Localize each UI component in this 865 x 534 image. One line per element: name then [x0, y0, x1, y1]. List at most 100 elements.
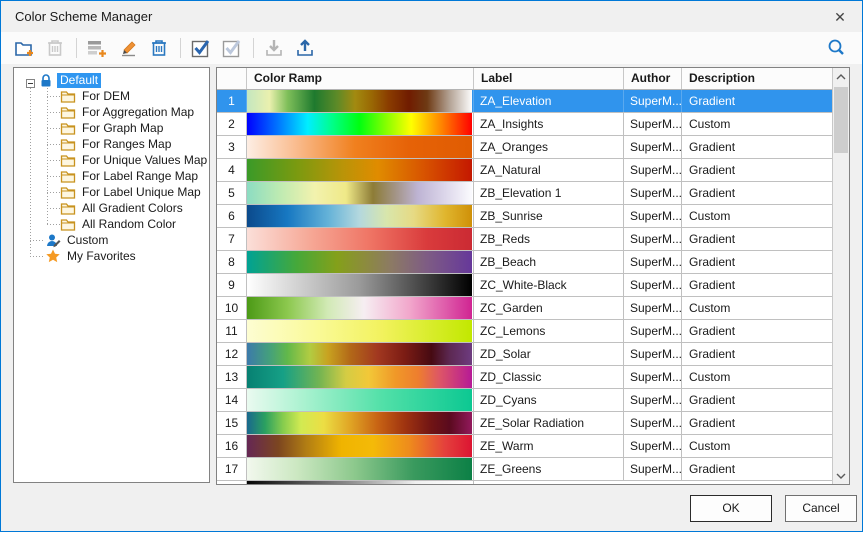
- header-author[interactable]: Author: [624, 68, 682, 89]
- author-cell[interactable]: SuperM...: [624, 320, 682, 342]
- header-label[interactable]: Label: [474, 68, 624, 89]
- table-row-zd_solar[interactable]: 12ZD_SolarSuperM...Gradient: [217, 343, 832, 366]
- table-row-zb_reds[interactable]: 7ZB_RedsSuperM...Gradient: [217, 228, 832, 251]
- tree-item-my-favorites[interactable]: My Favorites: [45, 248, 139, 264]
- label-cell[interactable]: ZD_Cyans: [474, 389, 624, 411]
- search-button[interactable]: [824, 36, 848, 60]
- tree-item-for-unique-values-map[interactable]: For Unique Values Map: [60, 152, 210, 168]
- label-cell[interactable]: ZB_Beach: [474, 251, 624, 273]
- description-cell[interactable]: Custom: [682, 435, 832, 457]
- scroll-up-icon[interactable]: [833, 68, 849, 85]
- author-cell[interactable]: SuperM...: [624, 182, 682, 204]
- tree-item-for-dem[interactable]: For DEM: [60, 88, 133, 104]
- color-ramp-cell[interactable]: [247, 366, 474, 388]
- color-ramp-cell[interactable]: [247, 90, 474, 112]
- author-cell[interactable]: SuperM...: [624, 113, 682, 135]
- author-cell[interactable]: SuperM...: [624, 366, 682, 388]
- table-row-zc_garden[interactable]: 10ZC_GardenSuperM...Custom: [217, 297, 832, 320]
- close-icon[interactable]: ✕: [830, 7, 850, 27]
- label-cell[interactable]: ZE_Greens: [474, 458, 624, 480]
- row-number-cell[interactable]: 12: [217, 343, 247, 365]
- color-ramp-cell[interactable]: [247, 320, 474, 342]
- description-cell[interactable]: Gradient: [682, 182, 832, 204]
- row-number-cell[interactable]: 11: [217, 320, 247, 342]
- description-cell[interactable]: Custom: [682, 113, 832, 135]
- table-row-ze_solar-radiation[interactable]: 15ZE_Solar RadiationSuperM...Gradient: [217, 412, 832, 435]
- row-number-cell[interactable]: 3: [217, 136, 247, 158]
- tree-item-for-label-range-map[interactable]: For Label Range Map: [60, 168, 201, 184]
- table-row-zd_cyans[interactable]: 14 ZD_CyansSuperM...Gradient: [217, 389, 832, 412]
- description-cell[interactable]: Gradient: [682, 412, 832, 434]
- color-ramp-cell[interactable]: [247, 251, 474, 273]
- row-number-cell[interactable]: 13: [217, 366, 247, 388]
- row-number-cell[interactable]: 14: [217, 389, 247, 411]
- color-ramp-cell[interactable]: [247, 136, 474, 158]
- table-row-zc_lemons[interactable]: 11 ZC_LemonsSuperM...Gradient: [217, 320, 832, 343]
- description-cell[interactable]: Gradient: [682, 389, 832, 411]
- author-cell[interactable]: SuperM...: [624, 412, 682, 434]
- description-cell[interactable]: Gradient: [682, 343, 832, 365]
- scroll-down-icon[interactable]: [833, 467, 849, 484]
- description-cell[interactable]: Custom: [682, 205, 832, 227]
- label-cell[interactable]: ZA_Natural: [474, 159, 624, 181]
- author-cell[interactable]: SuperM...: [624, 343, 682, 365]
- table-row-za_natural[interactable]: 4ZA_NaturalSuperM...Gradient: [217, 159, 832, 182]
- label-cell[interactable]: ZE_Solar Radiation: [474, 412, 624, 434]
- color-ramp-cell[interactable]: [247, 228, 474, 250]
- row-number-cell[interactable]: 5: [217, 182, 247, 204]
- table-row-zd_classic[interactable]: 13ZD_ClassicSuperM...Custom: [217, 366, 832, 389]
- export-button[interactable]: [293, 36, 317, 60]
- label-cell[interactable]: ZB_Reds: [474, 228, 624, 250]
- row-number-cell[interactable]: 7: [217, 228, 247, 250]
- color-ramp-cell[interactable]: [247, 159, 474, 181]
- delete-color-scheme-button[interactable]: [147, 36, 171, 60]
- label-cell[interactable]: ZB_Elevation 1: [474, 182, 624, 204]
- row-number-cell[interactable]: 6: [217, 205, 247, 227]
- row-number-cell[interactable]: [217, 481, 247, 484]
- author-cell[interactable]: SuperM...: [624, 297, 682, 319]
- row-number-cell[interactable]: 9: [217, 274, 247, 296]
- author-cell[interactable]: SuperM...: [624, 389, 682, 411]
- author-cell[interactable]: SuperM...: [624, 435, 682, 457]
- color-ramp-cell[interactable]: [247, 412, 474, 434]
- tree-item-all-random-color[interactable]: All Random Color: [60, 216, 179, 232]
- row-number-cell[interactable]: 16: [217, 435, 247, 457]
- author-cell[interactable]: SuperM...: [624, 90, 682, 112]
- color-ramp-cell[interactable]: [247, 389, 474, 411]
- label-cell[interactable]: ZC_Lemons: [474, 320, 624, 342]
- author-cell[interactable]: SuperM...: [624, 159, 682, 181]
- tree-item-custom[interactable]: Custom: [45, 232, 111, 248]
- color-ramp-cell[interactable]: [247, 481, 474, 484]
- vertical-scrollbar[interactable]: [832, 68, 849, 484]
- row-number-cell[interactable]: 17: [217, 458, 247, 480]
- table-row-zb_elevation-1[interactable]: 5 ZB_Elevation 1SuperM...Gradient: [217, 182, 832, 205]
- label-cell[interactable]: ZC_White-Black: [474, 274, 624, 296]
- row-number-cell[interactable]: 8: [217, 251, 247, 273]
- table-row-za_insights[interactable]: 2ZA_InsightsSuperM...Custom: [217, 113, 832, 136]
- label-cell[interactable]: ZD_Classic: [474, 366, 624, 388]
- tree-item-default[interactable]: Default: [38, 72, 101, 88]
- tree-item-for-ranges-map[interactable]: For Ranges Map: [60, 136, 174, 152]
- author-cell[interactable]: SuperM...: [624, 228, 682, 250]
- table-row-ze_greens[interactable]: 17ZE_GreensSuperM...Gradient: [217, 458, 832, 481]
- color-ramp-cell[interactable]: [247, 205, 474, 227]
- new-color-scheme-button[interactable]: [85, 36, 109, 60]
- author-cell[interactable]: SuperM...: [624, 205, 682, 227]
- author-cell[interactable]: SuperM...: [624, 136, 682, 158]
- label-cell[interactable]: ZB_Sunrise: [474, 205, 624, 227]
- color-ramp-cell[interactable]: [247, 274, 474, 296]
- description-cell[interactable]: Gradient: [682, 159, 832, 181]
- header-row-number[interactable]: [217, 68, 247, 89]
- label-cell[interactable]: ZA_Oranges: [474, 136, 624, 158]
- table-row-partial[interactable]: [217, 481, 832, 484]
- header-description[interactable]: Description: [682, 68, 832, 89]
- row-number-cell[interactable]: 10: [217, 297, 247, 319]
- description-cell[interactable]: Custom: [682, 297, 832, 319]
- color-ramp-cell[interactable]: [247, 297, 474, 319]
- row-number-cell[interactable]: 1: [217, 90, 247, 112]
- label-cell[interactable]: ZA_Insights: [474, 113, 624, 135]
- description-cell[interactable]: Gradient: [682, 320, 832, 342]
- header-color-ramp[interactable]: Color Ramp: [247, 68, 474, 89]
- author-cell[interactable]: SuperM...: [624, 251, 682, 273]
- table-row-za_elevation[interactable]: 1ZA_ElevationSuperM...Gradient: [217, 90, 832, 113]
